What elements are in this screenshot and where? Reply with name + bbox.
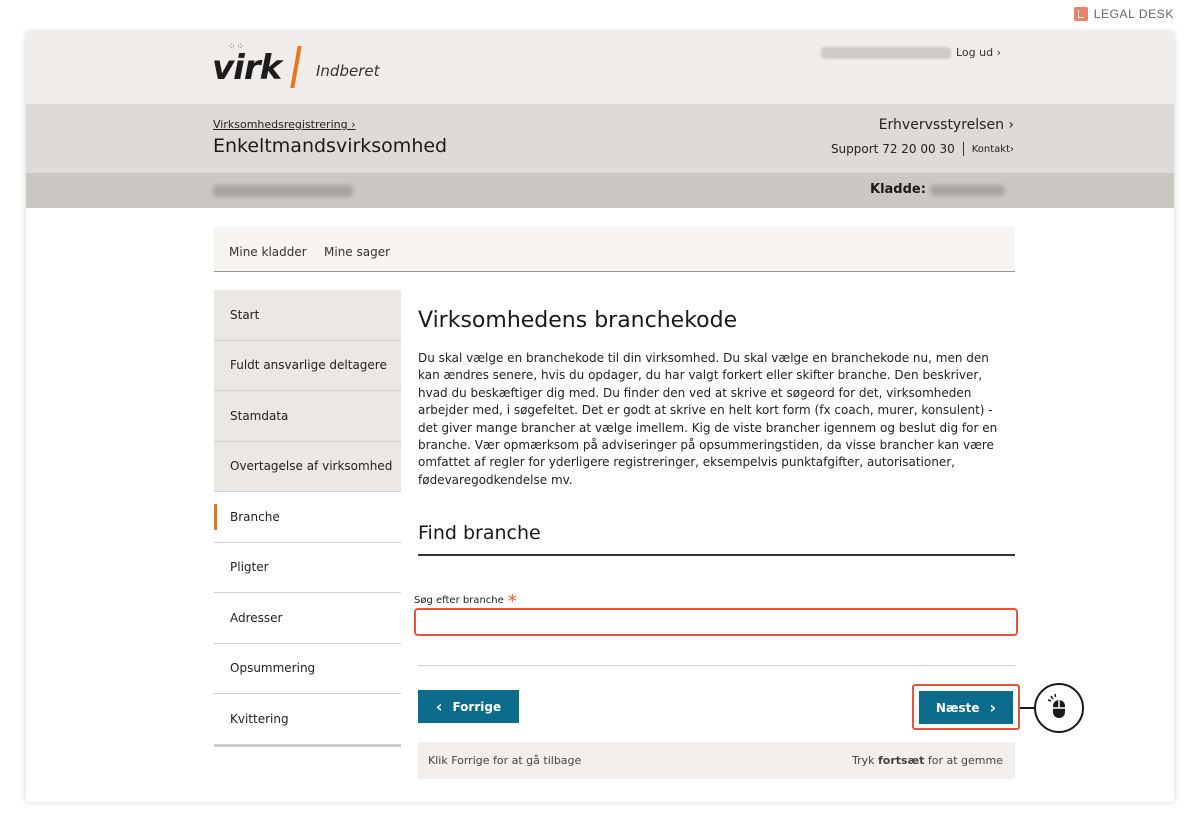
support-info: Support 72 20 00 30 Kontakt› xyxy=(831,142,1014,156)
sidebar-item-label: Opsummering xyxy=(230,661,316,676)
footer-save-hint: Tryk fortsæt for at gemme xyxy=(852,754,1003,767)
logo-subtitle: Indberet xyxy=(316,62,380,80)
mouse-icon xyxy=(1047,693,1065,718)
contact-link[interactable]: Kontakt› xyxy=(972,144,1014,155)
form-footer: Klik Forrige for at gå tilbage Tryk fort… xyxy=(418,742,1015,779)
top-header: ⁘⁘ virk Indberet Log ud › xyxy=(26,32,1174,104)
draft-id-redacted xyxy=(930,185,1005,196)
previous-button-label: Forrige xyxy=(452,699,502,714)
sidebar-item-kvittering[interactable]: Kvittering xyxy=(214,694,401,745)
next-button-highlight: Næste › xyxy=(912,684,1020,730)
footer-back-hint: Klik Forrige for at gå tilbage xyxy=(428,754,582,767)
footer-save-post: for at gemme xyxy=(924,754,1003,767)
branche-search-input[interactable] xyxy=(414,608,1018,636)
company-name-redacted xyxy=(213,185,353,197)
draft-label: Kladde: xyxy=(870,182,926,197)
sidebar-item-label: Stamdata xyxy=(230,408,289,423)
sidebar-item-pligter[interactable]: Pligter xyxy=(214,542,401,593)
sidebar-item-stamdata[interactable]: Stamdata xyxy=(214,391,401,442)
description-text: Du skal vælge en branchekode til din vir… xyxy=(418,351,998,487)
browser-frame: ⁘⁘ virk Indberet Log ud › Virksomhedsreg… xyxy=(26,32,1174,802)
section-heading: Virksomhedens branchekode xyxy=(418,308,738,333)
tab-mine-kladder[interactable]: Mine kladder xyxy=(229,245,307,259)
virk-logo[interactable]: virk xyxy=(212,48,282,88)
sidebar-item-label: Fuldt ansvarlige deltagere xyxy=(230,358,387,373)
page-title: Enkeltmandsvirksomhed xyxy=(213,135,448,157)
support-divider xyxy=(962,142,964,156)
sidebar-item-adresser[interactable]: Adresser xyxy=(214,593,401,644)
sidebar-item-label: Start xyxy=(230,307,260,322)
sidebar-item-label: Adresser xyxy=(230,610,283,625)
legal-desk-logo-icon xyxy=(1073,7,1088,21)
find-branche-heading: Find branche xyxy=(418,522,541,544)
legal-desk-watermark: LEGAL DESK xyxy=(1073,7,1174,21)
chevron-right-icon: › xyxy=(989,698,997,717)
sidebar: Start Fuldt ansvarlige deltagere Stamdat… xyxy=(214,290,401,747)
click-indicator-connector xyxy=(1020,707,1035,709)
search-label-text: Søg efter branche xyxy=(414,595,504,606)
breadcrumb[interactable]: Virksomhedsregistrering › xyxy=(213,118,355,131)
previous-button[interactable]: ‹ Forrige xyxy=(418,690,519,723)
agency-link[interactable]: Erhvervsstyrelsen › xyxy=(879,117,1014,133)
next-button-label: Næste xyxy=(935,700,980,715)
sidebar-item-label: Pligter xyxy=(230,560,269,575)
chevron-left-icon: ‹ xyxy=(435,697,443,716)
tab-mine-sager[interactable]: Mine sager xyxy=(324,245,390,259)
sidebar-item-branche[interactable]: Branche xyxy=(214,492,401,543)
sidebar-item-start[interactable]: Start xyxy=(214,290,401,341)
sidebar-item-overtagelse[interactable]: Overtagelse af virksomhed xyxy=(214,441,401,492)
sub-header: Virksomhedsregistrering › Enkeltmandsvir… xyxy=(26,104,1174,173)
support-phone: Support 72 20 00 30 xyxy=(830,142,955,156)
sidebar-item-fuldt-ansvarlige[interactable]: Fuldt ansvarlige deltagere xyxy=(214,340,401,391)
next-button[interactable]: Næste › xyxy=(919,691,1013,724)
sidebar-item-opsummering[interactable]: Opsummering xyxy=(214,643,401,694)
logo-divider xyxy=(290,46,302,88)
legal-desk-label: LEGAL DESK xyxy=(1093,7,1174,21)
mouse-click-icon xyxy=(1034,683,1084,733)
footer-save-bold: fortsæt xyxy=(878,754,925,767)
draft-bar: Kladde: xyxy=(26,173,1174,208)
user-name-redacted xyxy=(821,47,951,59)
tabs-bar: Mine kladder Mine sager xyxy=(214,227,1015,272)
sidebar-item-label: Kvittering xyxy=(230,711,289,726)
heading-divider xyxy=(418,554,1015,556)
sidebar-item-label: Branche xyxy=(230,509,280,524)
sidebar-item-label: Overtagelse af virksomhed xyxy=(230,459,393,474)
footer-save-pre: Tryk xyxy=(852,754,879,767)
form-divider xyxy=(418,665,1015,666)
search-label: Søg efter branche * xyxy=(414,587,517,612)
sidebar-bottom-line xyxy=(214,744,401,747)
logout-link[interactable]: Log ud › xyxy=(956,46,1001,59)
